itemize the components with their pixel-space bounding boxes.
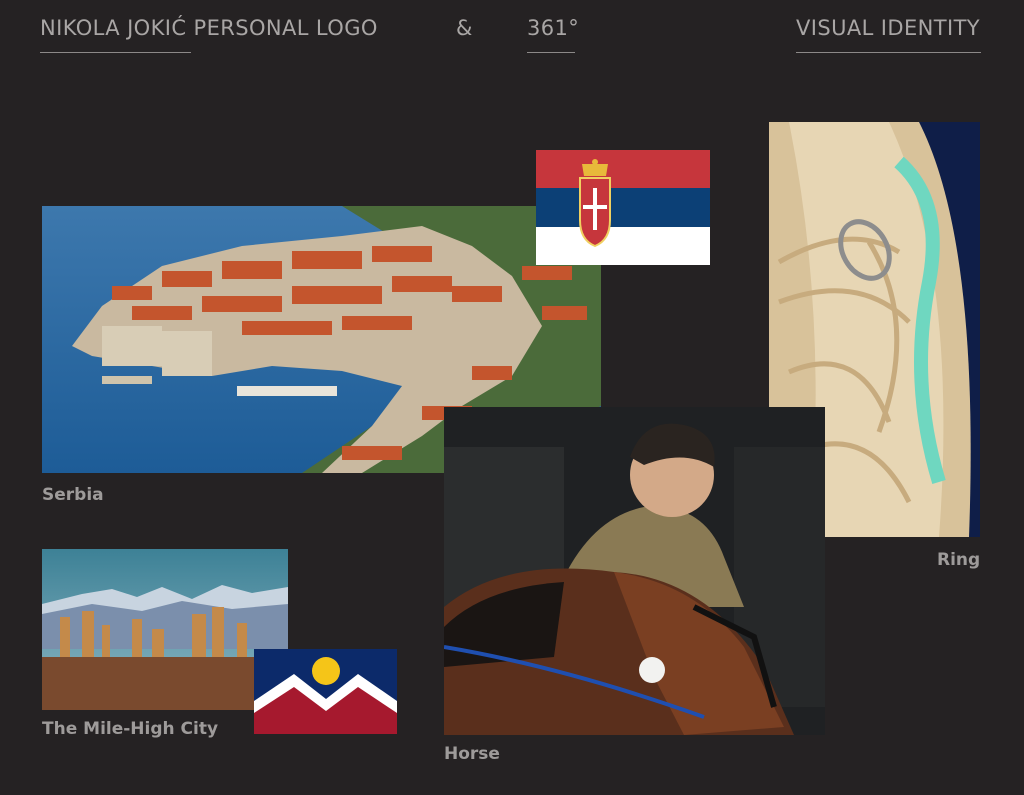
header-left-title: NIKOLA JOKIĆ PERSONAL LOGO (40, 16, 378, 40)
caption-mile-high: The Mile-High City (42, 719, 219, 739)
denver-skyline-photo (42, 549, 288, 710)
header-left-underline (40, 52, 191, 53)
header-ampersand: & (456, 16, 473, 40)
header-degree-underline (527, 52, 575, 53)
horse-photo (444, 407, 825, 735)
header-right-underline (796, 52, 981, 53)
caption-horse: Horse (444, 744, 500, 764)
serbia-flag (536, 150, 710, 265)
header-degree: 361° (527, 16, 580, 40)
denver-flag (254, 649, 397, 734)
caption-ring: Ring (937, 550, 981, 570)
caption-serbia: Serbia (42, 485, 104, 505)
header-right-title: VISUAL IDENTITY (796, 16, 981, 40)
